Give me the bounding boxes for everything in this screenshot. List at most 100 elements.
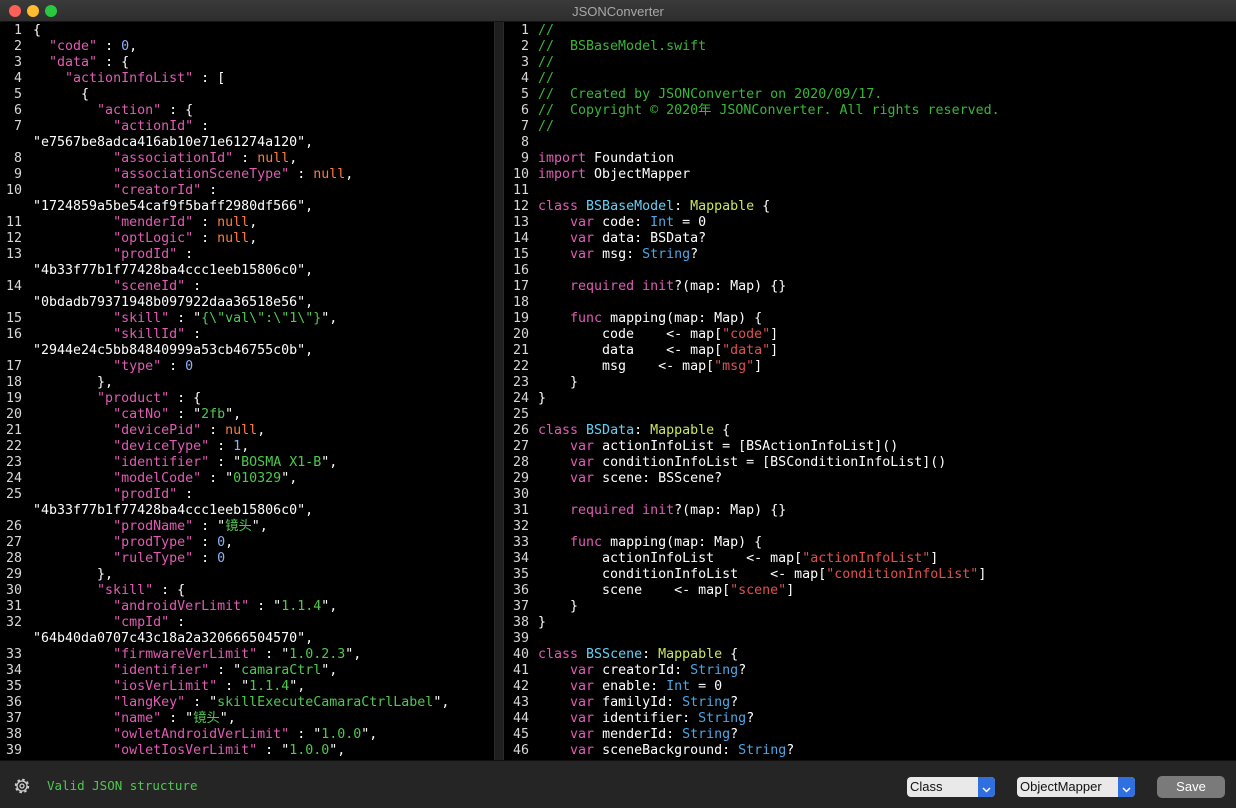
- json-code-line[interactable]: "1724859a5be54caf9f5baff2980df566",: [0, 199, 494, 215]
- swift-code-line[interactable]: 33 func mapping(map: Map) {: [504, 535, 1236, 551]
- json-code-line[interactable]: 33 "firmwareVerLimit" : "1.0.2.3",: [0, 647, 494, 663]
- swift-code-line[interactable]: 35 conditionInfoList <- map["conditionIn…: [504, 567, 1236, 583]
- json-code-line[interactable]: 31 "androidVerLimit" : "1.1.4",: [0, 599, 494, 615]
- json-input-editor[interactable]: 1{2 "code" : 0, 3 "data" : {4 "actionInfo…: [0, 22, 494, 760]
- swift-code-line[interactable]: 24}: [504, 391, 1236, 407]
- gear-icon[interactable]: [12, 776, 32, 796]
- json-code-line[interactable]: 25 "prodId" :: [0, 487, 494, 503]
- json-code-line[interactable]: 28 "ruleType" : 0: [0, 551, 494, 567]
- swift-code-line[interactable]: 18: [504, 295, 1236, 311]
- swift-code-line[interactable]: 17 required init?(map: Map) {}: [504, 279, 1236, 295]
- swift-code-line[interactable]: 11: [504, 183, 1236, 199]
- json-code-line[interactable]: 12 "optLogic" : null,: [0, 231, 494, 247]
- json-code-line[interactable]: 5 {: [0, 87, 494, 103]
- swift-code-line[interactable]: 31 required init?(map: Map) {}: [504, 503, 1236, 519]
- json-code-line[interactable]: 8 "associationId" : null,: [0, 151, 494, 167]
- swift-code-line[interactable]: 5 // Created by JSONConverter on 2020/09/…: [504, 87, 1236, 103]
- json-code-line[interactable]: 20 "catNo" : "2fb",: [0, 407, 494, 423]
- swift-code-line[interactable]: 29 var scene: BSScene?: [504, 471, 1236, 487]
- swift-code-line[interactable]: 23 }: [504, 375, 1236, 391]
- swift-code-line[interactable]: 38}: [504, 615, 1236, 631]
- json-code-area[interactable]: 1{2 "code" : 0, 3 "data" : {4 "actionInfo…: [0, 22, 494, 759]
- json-code-line[interactable]: 38 "owletAndroidVerLimit" : "1.0.0",: [0, 727, 494, 743]
- swift-code-line[interactable]: 32: [504, 519, 1236, 535]
- swift-code-line[interactable]: 9 import Foundation: [504, 151, 1236, 167]
- json-code-line[interactable]: 10 "creatorId" :: [0, 183, 494, 199]
- json-code-line[interactable]: 2 "code" : 0,: [0, 39, 494, 55]
- save-button[interactable]: Save: [1157, 776, 1225, 798]
- swift-code-line[interactable]: 10 import ObjectMapper: [504, 167, 1236, 183]
- json-code-line[interactable]: 14 "sceneId" :: [0, 279, 494, 295]
- swift-code-line[interactable]: 4 //: [504, 71, 1236, 87]
- swift-code-line[interactable]: 19 func mapping(map: Map) {: [504, 311, 1236, 327]
- json-code-line[interactable]: 36 "langKey" : "skillExecuteCamaraCtrlLa…: [0, 695, 494, 711]
- json-code-line[interactable]: 34 "identifier" : "camaraCtrl",: [0, 663, 494, 679]
- swift-code-line[interactable]: 25: [504, 407, 1236, 423]
- json-code-line[interactable]: 29 },: [0, 567, 494, 583]
- json-code-line[interactable]: 11 "menderId" : null,: [0, 215, 494, 231]
- swift-code-line[interactable]: 1 //: [504, 23, 1236, 39]
- swift-code-line[interactable]: 42 var enable: Int = 0: [504, 679, 1236, 695]
- json-code-line[interactable]: 6 "action" : {: [0, 103, 494, 119]
- swift-code-line[interactable]: 27 var actionInfoList = [BSActionInfoLis…: [504, 439, 1236, 455]
- json-code-line[interactable]: 18 },: [0, 375, 494, 391]
- json-code-line[interactable]: 35 "iosVerLimit" : "1.1.4",: [0, 679, 494, 695]
- json-code-line[interactable]: 24 "modelCode" : "010329",: [0, 471, 494, 487]
- swift-code-line[interactable]: 45 var menderId: String?: [504, 727, 1236, 743]
- split-view-divider[interactable]: [494, 22, 504, 760]
- swift-code-line[interactable]: 28 var conditionInfoList = [BSConditionI…: [504, 455, 1236, 471]
- json-code-line[interactable]: "64b40da0707c43c18a2a320666504570",: [0, 631, 494, 647]
- swift-code-line[interactable]: 36 scene <- map["scene"]: [504, 583, 1236, 599]
- swift-code-line[interactable]: 2 // BSBaseModel.swift: [504, 39, 1236, 55]
- json-code-line[interactable]: "4b33f77b1f77428ba4ccc1eeb15806c0",: [0, 503, 494, 519]
- swift-code-line[interactable]: 6 // Copyright © 2020年 JSONConverter. All…: [504, 103, 1236, 119]
- json-code-line[interactable]: 13 "prodId" :: [0, 247, 494, 263]
- json-code-line[interactable]: 32 "cmpId" :: [0, 615, 494, 631]
- chevron-down-icon[interactable]: [978, 777, 995, 797]
- json-code-line[interactable]: 17 "type" : 0: [0, 359, 494, 375]
- json-code-line[interactable]: 21 "devicePid" : null,: [0, 423, 494, 439]
- json-code-line[interactable]: 27 "prodType" : 0,: [0, 535, 494, 551]
- swift-code-line[interactable]: 34 actionInfoList <- map["actionInfoList…: [504, 551, 1236, 567]
- json-code-line[interactable]: 3 "data" : {: [0, 55, 494, 71]
- json-code-line[interactable]: 26 "prodName" : "镜头",: [0, 519, 494, 535]
- json-code-line[interactable]: 23 "identifier" : "BOSMA X1-B",: [0, 455, 494, 471]
- swift-code-line[interactable]: 44 var identifier: String?: [504, 711, 1236, 727]
- json-code-line[interactable]: "2944e24c5bb84840999a53cb46755c0b",: [0, 343, 494, 359]
- json-code-line[interactable]: 4 "actionInfoList" : [: [0, 71, 494, 87]
- json-code-line[interactable]: "e7567be8adca416ab10e71e61274a120",: [0, 135, 494, 151]
- structure-type-select[interactable]: Class: [907, 777, 995, 797]
- json-code-line[interactable]: 22 "deviceType" : 1,: [0, 439, 494, 455]
- json-code-line[interactable]: 39 "owletIosVerLimit" : "1.0.0",: [0, 743, 494, 759]
- framework-select[interactable]: ObjectMapper: [1017, 777, 1135, 797]
- swift-code-line[interactable]: 15 var msg: String?: [504, 247, 1236, 263]
- json-code-line[interactable]: "0bdadb79371948b097922daa36518e56",: [0, 295, 494, 311]
- json-code-line[interactable]: 19 "product" : {: [0, 391, 494, 407]
- json-code-line[interactable]: 15 "skill" : "{\"val\":\"1\"}",: [0, 311, 494, 327]
- swift-code-line[interactable]: 13 var code: Int = 0: [504, 215, 1236, 231]
- swift-code-line[interactable]: 43 var familyId: String?: [504, 695, 1236, 711]
- json-code-line[interactable]: 37 "name" : "镜头",: [0, 711, 494, 727]
- json-code-line[interactable]: 7 "actionId" :: [0, 119, 494, 135]
- swift-code-line[interactable]: 26 class BSData: Mappable {: [504, 423, 1236, 439]
- json-code-line[interactable]: "4b33f77b1f77428ba4ccc1eeb15806c0",: [0, 263, 494, 279]
- swift-code-line[interactable]: 8: [504, 135, 1236, 151]
- swift-code-line[interactable]: 20 code <- map["code"]: [504, 327, 1236, 343]
- swift-output-editor[interactable]: 1 // 2 // BSBaseModel.swift 3 // 4 // 5 // Create…: [504, 22, 1236, 760]
- swift-code-line[interactable]: 46 var sceneBackground: String?: [504, 743, 1236, 759]
- swift-code-line[interactable]: 37 }: [504, 599, 1236, 615]
- swift-code-line[interactable]: 41 var creatorId: String?: [504, 663, 1236, 679]
- swift-code-line[interactable]: 14 var data: BSData?: [504, 231, 1236, 247]
- swift-code-line[interactable]: 7 //: [504, 119, 1236, 135]
- swift-code-area[interactable]: 1 // 2 // BSBaseModel.swift 3 // 4 // 5 // Create…: [504, 22, 1236, 759]
- json-code-line[interactable]: 9 "associationSceneType" : null,: [0, 167, 494, 183]
- chevron-down-icon[interactable]: [1118, 777, 1135, 797]
- swift-code-line[interactable]: 22 msg <- map["msg"]: [504, 359, 1236, 375]
- json-code-line[interactable]: 30 "skill" : {: [0, 583, 494, 599]
- swift-code-line[interactable]: 30: [504, 487, 1236, 503]
- json-code-line[interactable]: 16 "skillId" :: [0, 327, 494, 343]
- swift-code-line[interactable]: 40 class BSScene: Mappable {: [504, 647, 1236, 663]
- swift-code-line[interactable]: 21 data <- map["data"]: [504, 343, 1236, 359]
- swift-code-line[interactable]: 39: [504, 631, 1236, 647]
- json-code-line[interactable]: 1{: [0, 23, 494, 39]
